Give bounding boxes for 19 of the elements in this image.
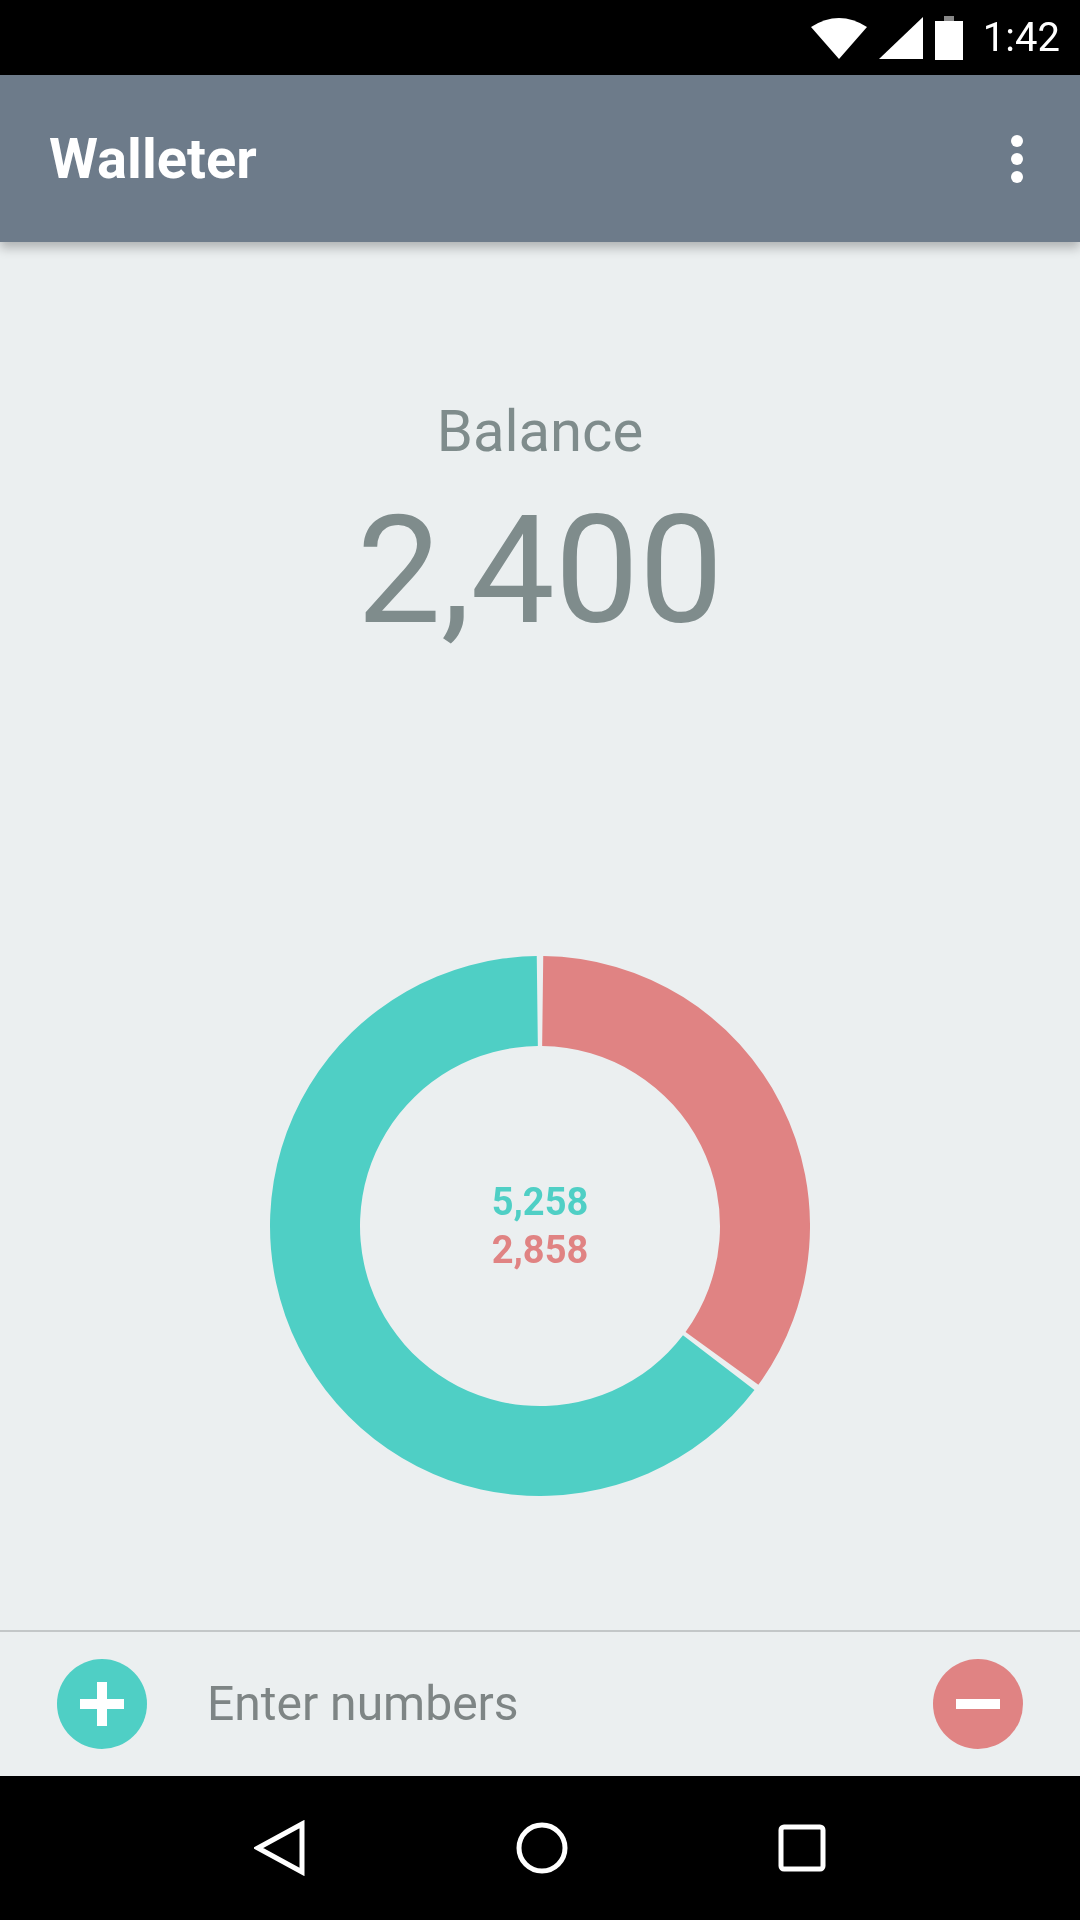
- donut-total-label: 2,858: [491, 1231, 589, 1269]
- balance-label: Balance: [436, 402, 644, 460]
- home-button[interactable]: [515, 1821, 569, 1875]
- number-input[interactable]: Enter numbers: [207, 1668, 873, 1740]
- more-icon: [1011, 134, 1023, 183]
- status-time: 1:42: [982, 12, 1060, 63]
- back-button[interactable]: [254, 1820, 307, 1876]
- balance-value: 2,400: [356, 496, 724, 646]
- minus-icon: [956, 1699, 1000, 1709]
- recents-button[interactable]: [777, 1824, 826, 1872]
- donut-total-label: 5,258: [491, 1183, 589, 1221]
- app-title: Walleter: [49, 124, 257, 194]
- home-icon: [515, 1821, 569, 1875]
- plus-icon: [80, 1682, 124, 1726]
- recents-icon: [777, 1824, 826, 1872]
- signal-icon: [878, 16, 923, 59]
- back-icon: [254, 1820, 307, 1876]
- wifi-icon: [810, 16, 867, 59]
- battery-icon: [934, 15, 963, 60]
